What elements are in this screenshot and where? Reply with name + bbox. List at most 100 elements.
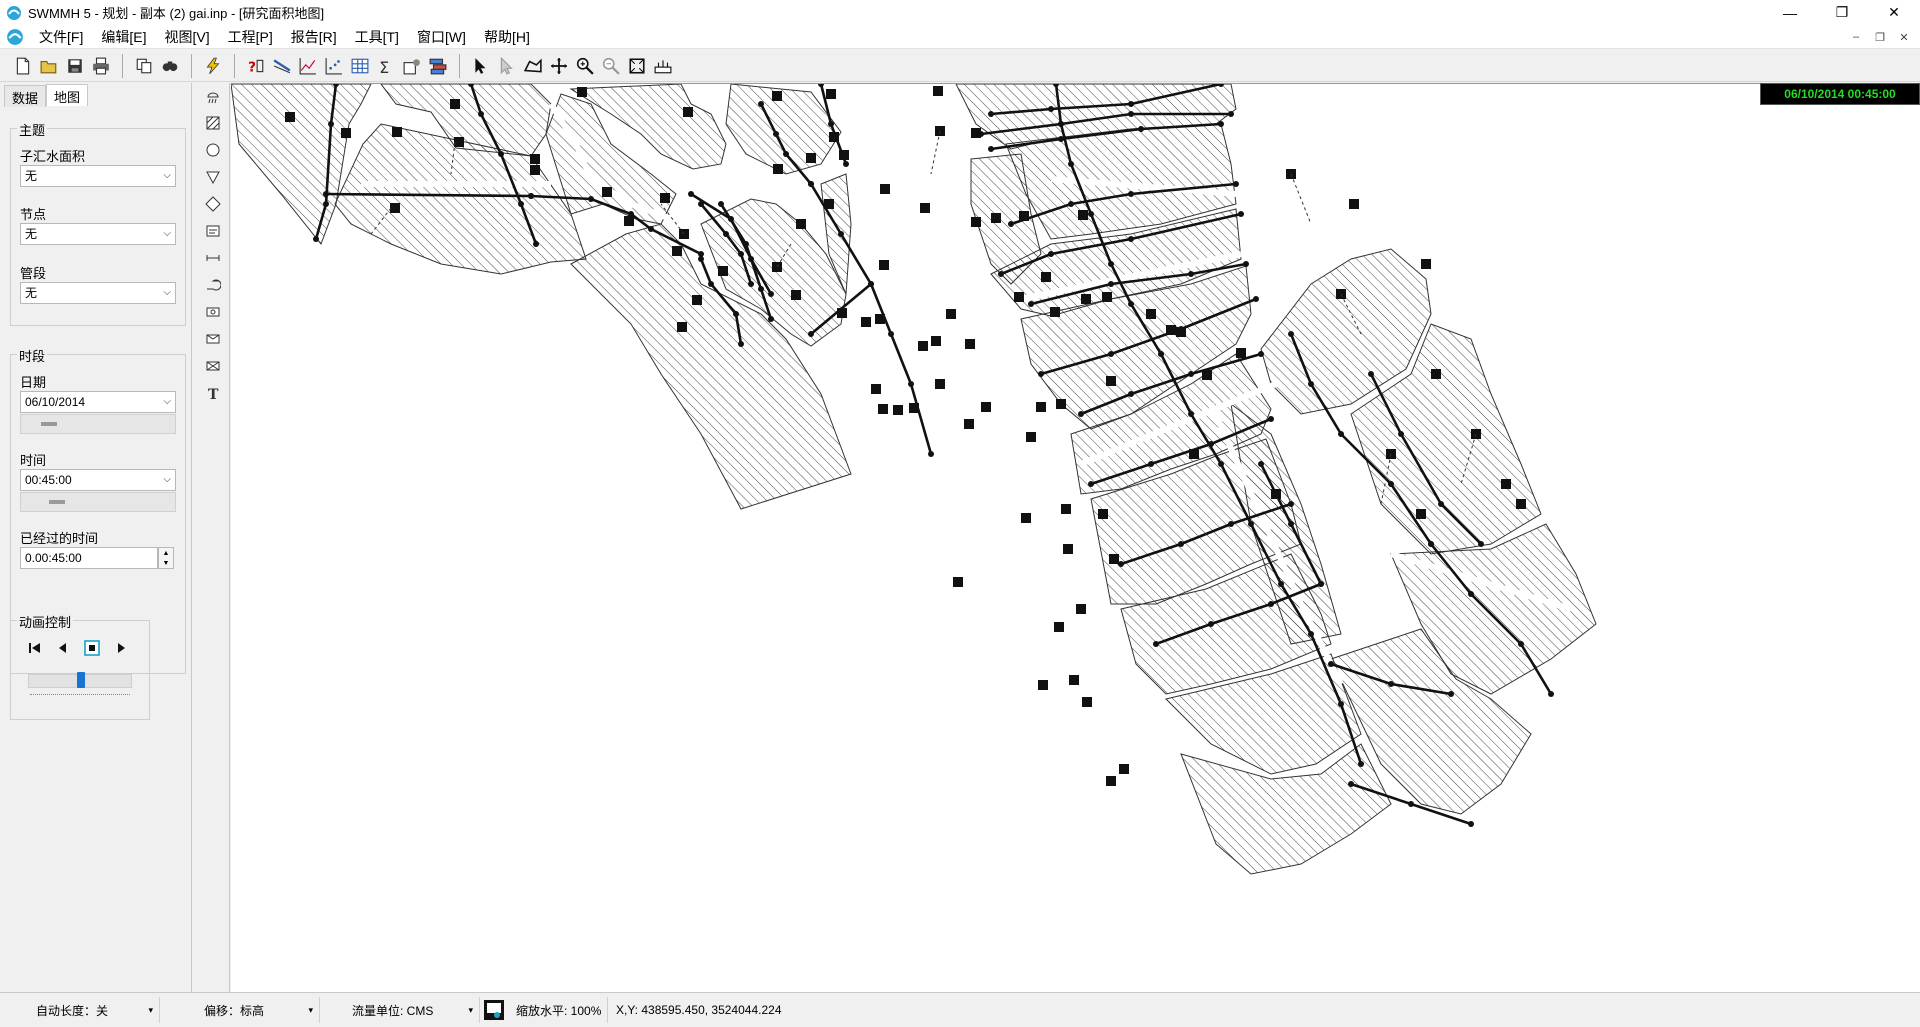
subcatchment-centroid[interactable] xyxy=(1026,432,1036,442)
junction-node[interactable] xyxy=(928,451,934,457)
subcatchment-centroid[interactable] xyxy=(1019,211,1029,221)
query-icon[interactable]: ? xyxy=(243,53,269,79)
subcatchment-centroid[interactable] xyxy=(1076,604,1086,614)
junction-node[interactable] xyxy=(1468,821,1474,827)
subcatchment-centroid[interactable] xyxy=(1082,697,1092,707)
subcatchment-centroid[interactable] xyxy=(918,341,928,351)
junction-node[interactable] xyxy=(828,121,834,127)
minimize-button[interactable]: — xyxy=(1764,0,1816,25)
junction-node[interactable] xyxy=(1398,431,1404,437)
junction-node[interactable] xyxy=(1218,461,1224,467)
junction-node[interactable] xyxy=(1058,121,1064,127)
junction-node[interactable] xyxy=(1288,521,1294,527)
subcatchment-centroid[interactable] xyxy=(1081,294,1091,304)
junction-node[interactable] xyxy=(1448,691,1454,697)
run-icon[interactable] xyxy=(200,53,226,79)
subcatchment-centroid[interactable] xyxy=(981,402,991,412)
new-file-icon[interactable] xyxy=(10,53,36,79)
subcatchment-centroid[interactable] xyxy=(624,216,634,226)
options-icon[interactable] xyxy=(399,53,425,79)
subcatchment-centroid[interactable] xyxy=(1106,776,1116,786)
select-region-icon[interactable] xyxy=(520,53,546,79)
menu-window[interactable]: 窗口[W] xyxy=(408,25,475,49)
child-window-icon[interactable] xyxy=(6,28,24,46)
subcatchment-centroid[interactable] xyxy=(965,339,975,349)
junction-node[interactable] xyxy=(868,281,874,287)
junction-node[interactable] xyxy=(1308,381,1314,387)
junction-node[interactable] xyxy=(1108,351,1114,357)
junction-node[interactable] xyxy=(688,191,694,197)
subcatchment-centroid[interactable] xyxy=(933,86,943,96)
step-back-icon[interactable] xyxy=(56,641,70,655)
menu-help[interactable]: 帮助[H] xyxy=(475,25,539,49)
select-vertex-icon[interactable] xyxy=(494,53,520,79)
storage-icon[interactable] xyxy=(203,221,223,241)
subcatchment-centroid[interactable] xyxy=(392,127,402,137)
junction-node[interactable] xyxy=(1253,296,1259,302)
junction-node[interactable] xyxy=(1048,251,1054,257)
tab-map[interactable]: 地图 xyxy=(46,84,89,106)
junction-node[interactable] xyxy=(908,381,914,387)
junction-node[interactable] xyxy=(1328,661,1334,667)
junction-node[interactable] xyxy=(758,286,764,292)
subcatchment-centroid[interactable] xyxy=(1421,259,1431,269)
outfall-icon[interactable] xyxy=(203,167,223,187)
junction-node[interactable] xyxy=(988,146,994,152)
subcatchment-centroid[interactable] xyxy=(920,203,930,213)
select-arrow-icon[interactable] xyxy=(468,53,494,79)
rewind-icon[interactable] xyxy=(28,641,42,655)
junction-node[interactable] xyxy=(1188,271,1194,277)
junction-node[interactable] xyxy=(1128,191,1134,197)
subcatchment-centroid[interactable] xyxy=(909,403,919,413)
junction-node[interactable] xyxy=(1008,221,1014,227)
subcatchment-centroid[interactable] xyxy=(1014,292,1024,302)
junction-node[interactable] xyxy=(1188,371,1194,377)
map-drawing[interactable] xyxy=(231,84,1920,992)
junction-node[interactable] xyxy=(1028,301,1034,307)
menu-project[interactable]: 工程[P] xyxy=(219,25,282,49)
junction-node[interactable] xyxy=(1058,136,1064,142)
subcatchment-centroid[interactable] xyxy=(839,150,849,160)
junction-node[interactable] xyxy=(808,331,814,337)
auto-length-status[interactable]: 自动长度：关 ▾ xyxy=(0,997,160,1023)
junction-node[interactable] xyxy=(1178,541,1184,547)
subcatchment-centroid[interactable] xyxy=(1176,327,1186,337)
subcatchment-centroid[interactable] xyxy=(390,203,400,213)
subcatchment-centroid[interactable] xyxy=(829,132,839,142)
subcatchment-centroid[interactable] xyxy=(450,99,460,109)
junction-node[interactable] xyxy=(1268,416,1274,422)
junction-node[interactable] xyxy=(783,151,789,157)
junction-node[interactable] xyxy=(1208,621,1214,627)
subcatchment-centroid[interactable] xyxy=(946,309,956,319)
spin-down-icon[interactable]: ▼ xyxy=(163,560,170,567)
animation-speed-thumb[interactable] xyxy=(77,672,85,688)
find-icon[interactable] xyxy=(157,53,183,79)
subcatchment-centroid[interactable] xyxy=(964,419,974,429)
subcatchment-centroid[interactable] xyxy=(1106,376,1116,386)
junction-node[interactable] xyxy=(1388,481,1394,487)
subcatchment-centroid[interactable] xyxy=(806,153,816,163)
junction-icon[interactable] xyxy=(203,140,223,160)
subcatchment-centroid[interactable] xyxy=(1416,509,1426,519)
junction-node[interactable] xyxy=(888,331,894,337)
junction-node[interactable] xyxy=(1518,641,1524,647)
open-folder-icon[interactable] xyxy=(36,53,62,79)
junction-node[interactable] xyxy=(518,201,524,207)
play-forward-icon[interactable] xyxy=(114,641,128,655)
copy-icon[interactable] xyxy=(131,53,157,79)
junction-node[interactable] xyxy=(1243,261,1249,267)
menu-file[interactable]: 文件[F] xyxy=(30,25,92,49)
subcatchment-centroid[interactable] xyxy=(935,379,945,389)
mdi-restore-button[interactable]: ❐ xyxy=(1868,28,1892,46)
junction-node[interactable] xyxy=(648,226,654,232)
subcatchment-centroid[interactable] xyxy=(772,91,782,101)
junction-node[interactable] xyxy=(708,281,714,287)
subcatchment-centroid[interactable] xyxy=(1202,370,1212,380)
subcatchment-centroid[interactable] xyxy=(931,336,941,346)
profile-plot-icon[interactable] xyxy=(269,53,295,79)
junction-node[interactable] xyxy=(1288,501,1294,507)
junction-node[interactable] xyxy=(773,131,779,137)
subcatchment-centroid[interactable] xyxy=(1516,499,1526,509)
subcatchment-centroid[interactable] xyxy=(1056,399,1066,409)
junction-node[interactable] xyxy=(1153,641,1159,647)
